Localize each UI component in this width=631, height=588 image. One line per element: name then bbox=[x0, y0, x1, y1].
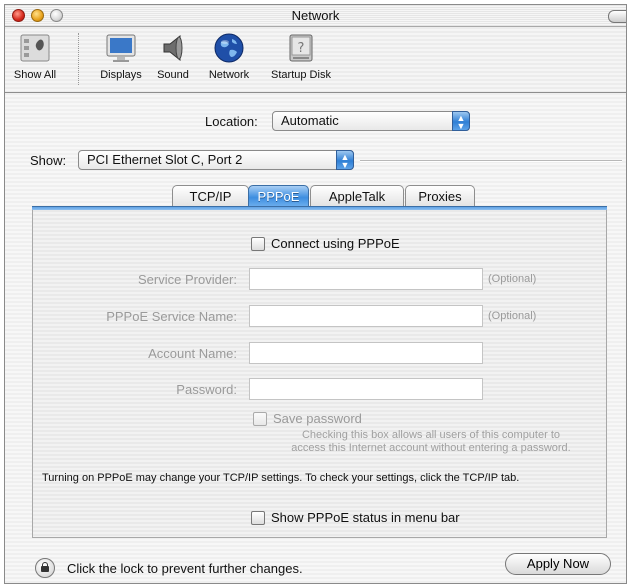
toolbar-label-sound: Sound bbox=[157, 69, 189, 81]
tcpip-change-note: Turning on PPPoE may change your TCP/IP … bbox=[42, 472, 520, 484]
toolbar-show-all[interactable]: Show All bbox=[8, 31, 62, 81]
tab-label: PPPoE bbox=[257, 189, 300, 204]
service-provider-label: Service Provider: bbox=[138, 272, 237, 287]
service-provider-field[interactable] bbox=[249, 268, 483, 290]
toolbar-displays[interactable]: Displays bbox=[93, 31, 149, 81]
password-field[interactable] bbox=[249, 378, 483, 400]
network-preferences-window: Network Show All Displays Sound Network … bbox=[4, 4, 627, 584]
save-password-help-line2: access this Internet account without ent… bbox=[291, 442, 571, 454]
tab-label: AppleTalk bbox=[328, 189, 386, 204]
account-name-field[interactable] bbox=[249, 342, 483, 364]
tab-tcpip[interactable]: TCP/IP bbox=[172, 185, 249, 207]
lock-text: Click the lock to prevent further change… bbox=[67, 561, 303, 576]
toolbar-network[interactable]: Network bbox=[201, 31, 257, 81]
save-password-checkbox[interactable] bbox=[253, 412, 267, 426]
location-popup-value: Automatic bbox=[281, 113, 339, 128]
popup-arrows-icon: ▲ ▼ bbox=[336, 150, 354, 170]
window-title: Network bbox=[291, 8, 340, 23]
pppoe-service-name-field[interactable] bbox=[249, 305, 483, 327]
network-globe-icon bbox=[212, 31, 246, 65]
pppoe-service-name-label: PPPoE Service Name: bbox=[106, 309, 237, 324]
tab-proxies[interactable]: Proxies bbox=[405, 185, 475, 207]
toolbar-label-show-all: Show All bbox=[13, 69, 57, 81]
title-bar: Network bbox=[5, 5, 626, 27]
toolbar: Show All Displays Sound Network ? Startu… bbox=[5, 27, 626, 93]
toolbar-label-displays: Displays bbox=[100, 69, 142, 81]
displays-icon bbox=[104, 31, 138, 65]
save-password-help-line1: Checking this box allows all users of th… bbox=[301, 429, 560, 441]
show-status-checkbox[interactable] bbox=[251, 511, 265, 525]
pppoe-service-name-optional: (Optional) bbox=[488, 310, 537, 322]
show-all-icon bbox=[18, 31, 52, 65]
svg-text:?: ? bbox=[298, 41, 305, 56]
tab-appletalk[interactable]: AppleTalk bbox=[310, 185, 404, 207]
lock-icon[interactable] bbox=[35, 558, 55, 578]
account-name-label: Account Name: bbox=[148, 346, 237, 361]
show-popup-value: PCI Ethernet Slot C, Port 2 bbox=[87, 152, 243, 167]
toolbar-toggle-button[interactable] bbox=[608, 10, 626, 23]
save-password-label: Save password bbox=[273, 411, 362, 426]
show-divider bbox=[360, 160, 622, 162]
apply-now-button[interactable]: Apply Now bbox=[505, 553, 611, 575]
password-label: Password: bbox=[176, 382, 237, 397]
toolbar-sound[interactable]: Sound bbox=[150, 31, 196, 81]
show-status-label: Show PPPoE status in menu bar bbox=[271, 510, 460, 525]
sound-icon bbox=[156, 31, 190, 65]
tab-label: Proxies bbox=[418, 189, 462, 204]
toolbar-label-network: Network bbox=[208, 69, 250, 81]
location-popup[interactable]: Automatic ▲ ▼ bbox=[272, 111, 470, 131]
pppoe-panel: Connect using PPPoE Service Provider: (O… bbox=[32, 210, 607, 538]
toolbar-startup-disk[interactable]: ? Startup Disk bbox=[263, 31, 339, 81]
toolbar-label-startup-disk: Startup Disk bbox=[271, 69, 331, 81]
show-label: Show: bbox=[30, 153, 67, 168]
connect-pppoe-label: Connect using PPPoE bbox=[271, 236, 400, 251]
service-provider-optional: (Optional) bbox=[488, 273, 537, 285]
tab-pppoe[interactable]: PPPoE bbox=[248, 185, 309, 207]
location-label: Location: bbox=[205, 114, 258, 129]
tab-label: TCP/IP bbox=[189, 189, 232, 204]
toolbar-separator bbox=[78, 33, 79, 85]
popup-arrows-icon: ▲ ▼ bbox=[452, 111, 470, 131]
connect-pppoe-checkbox[interactable] bbox=[251, 237, 265, 251]
startup-disk-icon: ? bbox=[284, 31, 318, 65]
show-popup[interactable]: PCI Ethernet Slot C, Port 2 ▲ ▼ bbox=[78, 150, 354, 170]
